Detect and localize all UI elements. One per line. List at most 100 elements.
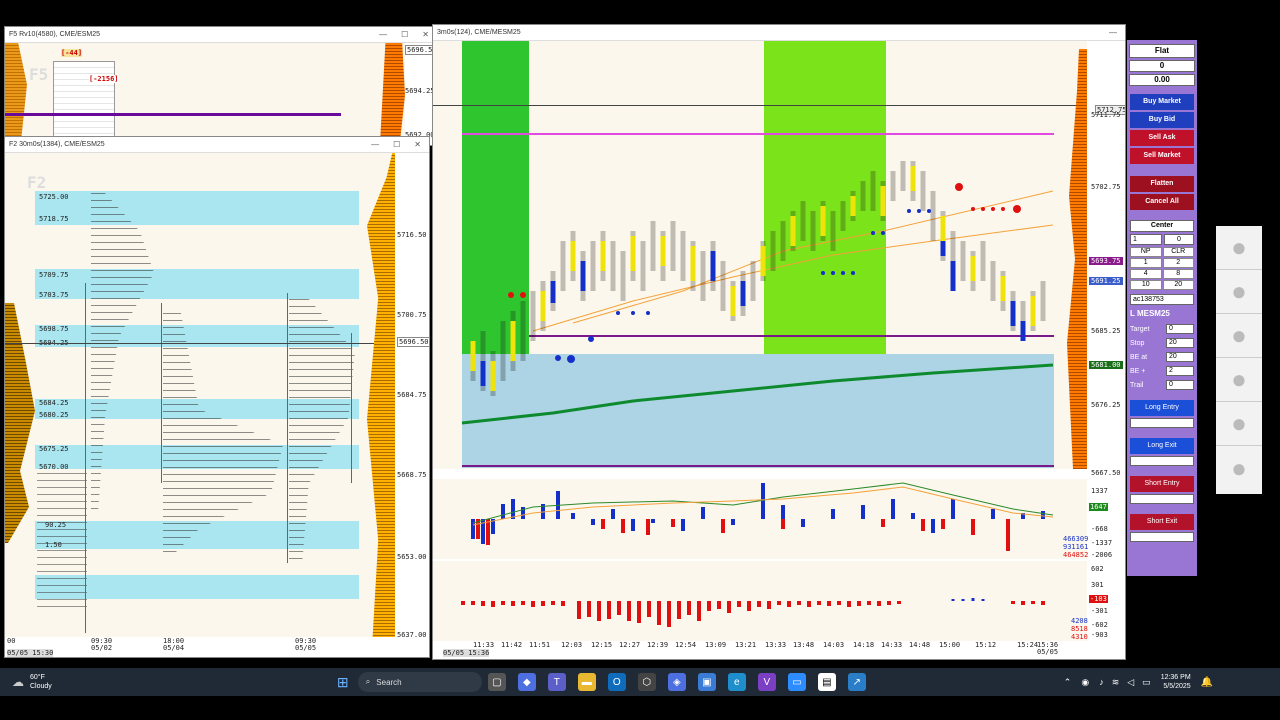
minimize-icon[interactable]: — [1109,28,1117,37]
minimize-icon[interactable]: — [371,140,379,149]
account-select[interactable]: ac138753 [1130,294,1194,305]
mic-icon[interactable]: ♪ [1099,677,1104,687]
maximize-icon[interactable]: ☐ [401,30,408,39]
sell-ask-button[interactable]: Sell Ask [1130,130,1194,146]
main-titlebar[interactable]: 3m0s(124), CME/MESM25 — [433,25,1125,41]
qty-grid-cell[interactable]: NP [1130,247,1162,257]
buy-bid-button[interactable]: Buy Bid [1130,112,1194,128]
short-entry-button[interactable]: Short Entry [1130,476,1194,492]
sell-market-button[interactable]: Sell Market [1130,148,1194,164]
short-exit-select[interactable] [1130,532,1194,542]
center-button[interactable]: Center [1130,220,1194,232]
wifi-icon[interactable]: ≋ [1112,677,1120,688]
volume-delta-indicator[interactable] [433,561,1087,641]
time-label: 13:21 [735,641,757,649]
buy-market-button[interactable]: Buy Market [1130,94,1194,110]
close-icon[interactable]: ✕ [422,30,429,39]
qty-grid-cell[interactable]: 4 [1130,269,1162,279]
f2-right-volume-profile [367,153,395,637]
photos-icon[interactable]: ▣ [697,673,716,691]
windows-start-icon[interactable]: ⊞ [334,673,352,691]
battery-icon[interactable]: ▭ [1142,677,1151,688]
flatten-button[interactable]: Flatten [1130,176,1194,192]
order-panel[interactable]: Flat 0 0.00 Buy Market Buy Bid Sell Ask … [1127,40,1197,576]
tpo-column-4 [37,473,87,613]
notification-bell-icon[interactable]: 🔔 [1201,677,1213,688]
copilot-icon[interactable]: ◆ [517,673,536,691]
qty-grid-cell[interactable]: 8 [1162,269,1194,279]
cancel-all-button[interactable]: Cancel All [1130,194,1194,210]
main-axis-price: 5676.25 [1091,401,1121,409]
position-pnl: 0.00 [1129,74,1195,86]
qty-grid-cell[interactable]: 2 [1162,258,1194,268]
main-price-chart[interactable] [433,41,1087,469]
long-entry-select[interactable] [1130,418,1194,428]
zoom-icon[interactable]: ▭ [787,673,806,691]
network-icon[interactable]: ◉ [1081,677,1089,688]
f2-left-volume-profile [5,303,35,543]
avatar[interactable]: ● [1216,446,1262,490]
file-explorer-icon[interactable]: ▬ [577,673,596,691]
close-icon[interactable]: ✕ [414,140,421,149]
avatar[interactable]: ● [1216,358,1262,402]
search-label: Search [376,677,402,687]
time-label: 13:33 [765,641,787,649]
main-axis-price: 5685.25 [1091,327,1121,335]
outlook-icon[interactable]: O [607,673,626,691]
visual-studio-icon[interactable]: V [757,673,776,691]
edge-icon[interactable]: e [727,673,746,691]
main-axis-price: 5681.00 [1089,361,1123,369]
field-input[interactable]: 20 [1166,352,1194,362]
tradestation-icon[interactable]: ▤ [817,673,836,691]
f5-footprint [53,61,115,141]
avatar[interactable]: ● [1216,314,1262,358]
f2-level-price: 5725.00 [39,193,69,201]
long-exit-button[interactable]: Long Exit [1130,438,1194,454]
f2-chart[interactable]: F2 5725.00 5718.75 5709.75 5703.75 5698.… [5,153,395,637]
f5-titlebar[interactable]: F5 Rv10(4580), CME/ESM25 — ☐ ✕ [5,27,437,43]
maximize-icon[interactable]: ☐ [393,140,400,149]
vd-value: -903 [1091,631,1108,639]
delta-value: 1337 [1091,487,1108,495]
qty-grid-cell[interactable]: 1 [1130,258,1162,268]
f2-titlebar[interactable]: F2 30m0s(1384), CME/ESM25 — ☐ ✕ [5,137,429,153]
field-input[interactable]: 20 [1166,338,1194,348]
minimize-icon[interactable]: — [379,30,387,39]
avatar[interactable]: ● [1216,402,1262,446]
f5-tag: F5 [29,65,49,84]
main-chart-window[interactable]: 3m0s(124), CME/MESM25 — 5712.75 5711.75 … [432,24,1126,660]
short-exit-button[interactable]: Short Exit [1130,514,1194,530]
quantity-right[interactable]: 0 [1164,234,1194,245]
qty-grid-cell[interactable]: CLR [1162,247,1194,257]
long-exit-select[interactable] [1130,456,1194,466]
f5-poc-line [5,113,341,116]
app-icon[interactable]: ◈ [667,673,686,691]
cloud-icon[interactable]: ☁ [12,675,24,689]
chevron-up-icon[interactable]: ⌃ [1064,677,1072,688]
field-input[interactable]: 0 [1166,324,1194,334]
delta-value: -668 [1091,525,1108,533]
delta-indicator[interactable] [433,479,1087,559]
f5-window[interactable]: F5 Rv10(4580), CME/ESM25 — ☐ ✕ F5 [-44] [-… [4,26,438,146]
clock[interactable]: 12:36 PM 5/5/2025 [1161,673,1191,691]
f2-date-label: 05/05 [295,644,317,652]
qty-grid-cell[interactable]: 10 [1130,280,1162,290]
quantity-input[interactable]: 1 [1130,234,1162,245]
task-view-icon[interactable]: ▢ [487,673,506,691]
field-input[interactable]: 0 [1166,380,1194,390]
qty-grid-cell[interactable]: 20 [1162,280,1194,290]
avatar[interactable]: ● [1216,270,1262,314]
chart-app-icon[interactable]: ↗ [847,673,866,691]
f2-window[interactable]: F2 30m0s(1384), CME/ESM25 — ☐ ✕ F2 5725.00… [4,136,430,658]
avatar[interactable]: ● [1216,226,1262,270]
settings-icon[interactable]: ⬡ [637,673,656,691]
time-label: 12:03 [561,641,583,649]
participant-strip: ● ● ● ● ● ● [1216,226,1262,494]
volume-icon[interactable]: ◁ [1127,677,1134,688]
short-entry-select[interactable] [1130,494,1194,504]
position-status: Flat [1129,44,1195,58]
field-input[interactable]: 2 [1166,366,1194,376]
long-entry-button[interactable]: Long Entry [1130,400,1194,416]
search-box[interactable]: ⌕ Search [357,672,482,692]
teams-icon[interactable]: T [547,673,566,691]
